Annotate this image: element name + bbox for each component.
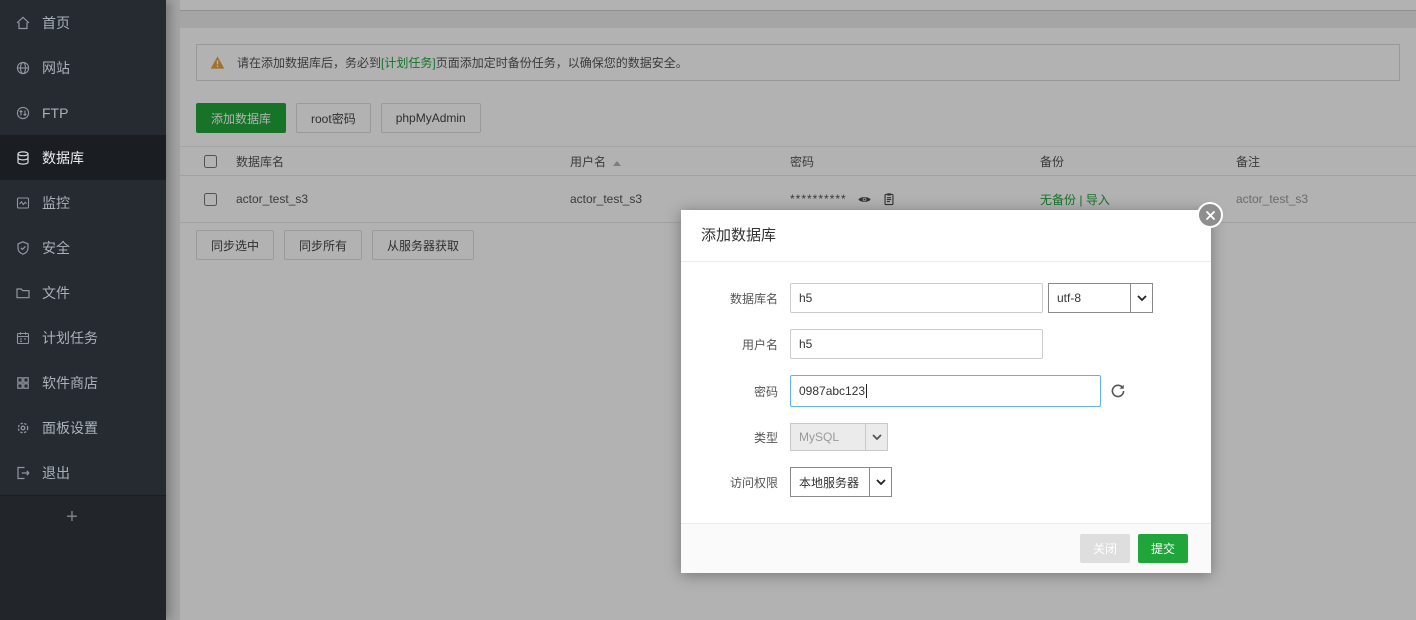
ftp-icon [15,105,31,121]
close-icon[interactable] [1197,202,1223,228]
chevron-down-icon [865,424,887,450]
username-label: 用户名 [701,336,790,353]
gear-icon [15,420,31,436]
sidebar-item-cron[interactable]: 计划任务 [0,315,166,360]
db-type-selected-value: MySQL [791,424,865,450]
charset-select[interactable]: utf-8 [1048,283,1153,313]
db-name-label: 数据库名 [701,290,790,307]
globe-icon [15,60,31,76]
sidebar-item-label: 首页 [42,13,70,33]
sidebar-item-files[interactable]: 文件 [0,270,166,315]
sidebar-item-home[interactable]: 首页 [0,0,166,45]
sidebar-item-label: FTP [42,105,68,121]
sidebar-item-database[interactable]: 数据库 [0,135,166,180]
sidebar-item-label: 退出 [42,463,70,483]
sidebar-item-label: 面板设置 [42,418,98,438]
charset-selected-value: utf-8 [1049,284,1130,312]
type-label: 类型 [701,429,790,446]
sidebar-item-logout[interactable]: 退出 [0,450,166,495]
shield-icon [15,240,31,256]
sidebar-item-label: 监控 [42,193,70,213]
sidebar-item-label: 安全 [42,238,70,258]
chevron-down-icon [869,468,891,496]
db-name-input[interactable] [790,283,1043,313]
sidebar-item-label: 数据库 [42,148,84,168]
text-caret [866,384,867,398]
dialog-footer: 关闭 提交 [681,523,1211,573]
chevron-down-icon [1130,284,1152,312]
sidebar-item-appstore[interactable]: 软件商店 [0,360,166,405]
logout-icon [15,465,31,481]
calendar-icon [15,330,31,346]
dialog-title: 添加数据库 [681,210,1211,262]
password-input[interactable]: 0987abc123 [790,375,1101,407]
sidebar-item-label: 计划任务 [42,328,98,348]
sidebar-item-ftp[interactable]: FTP [0,90,166,135]
regenerate-password-icon[interactable] [1110,383,1126,399]
sidebar-item-label: 软件商店 [42,373,98,393]
grid-icon [15,375,31,391]
sidebar-item-monitor[interactable]: 监控 [0,180,166,225]
folder-icon [15,285,31,301]
sidebar-add-button[interactable]: + [0,496,144,538]
access-label: 访问权限 [701,474,790,491]
access-select[interactable]: 本地服务器 [790,467,892,497]
password-label: 密码 [701,383,790,400]
sidebar-item-label: 网站 [42,58,70,78]
monitor-icon [15,195,31,211]
db-type-select[interactable]: MySQL [790,423,888,451]
sidebar-item-label: 文件 [42,283,70,303]
home-icon [15,15,31,31]
sidebar-item-website[interactable]: 网站 [0,45,166,90]
username-input[interactable] [790,329,1043,359]
dialog-form: 数据库名 utf-8 用户名 密码 0987abc123 类型 MySQL [681,262,1211,497]
sidebar-item-security[interactable]: 安全 [0,225,166,270]
password-value: 0987abc123 [799,384,865,398]
add-database-dialog: 添加数据库 数据库名 utf-8 用户名 密码 0987abc123 类型 [681,210,1211,573]
close-button[interactable]: 关闭 [1080,534,1130,563]
database-icon [15,150,31,166]
sidebar-nav: 首页 网站 FTP 数据库 监控 安全 文件 计划任务 [0,0,166,496]
sidebar: 首页 网站 FTP 数据库 监控 安全 文件 计划任务 [0,0,166,620]
sidebar-item-settings[interactable]: 面板设置 [0,405,166,450]
access-selected-value: 本地服务器 [791,468,869,496]
submit-button[interactable]: 提交 [1138,534,1188,563]
